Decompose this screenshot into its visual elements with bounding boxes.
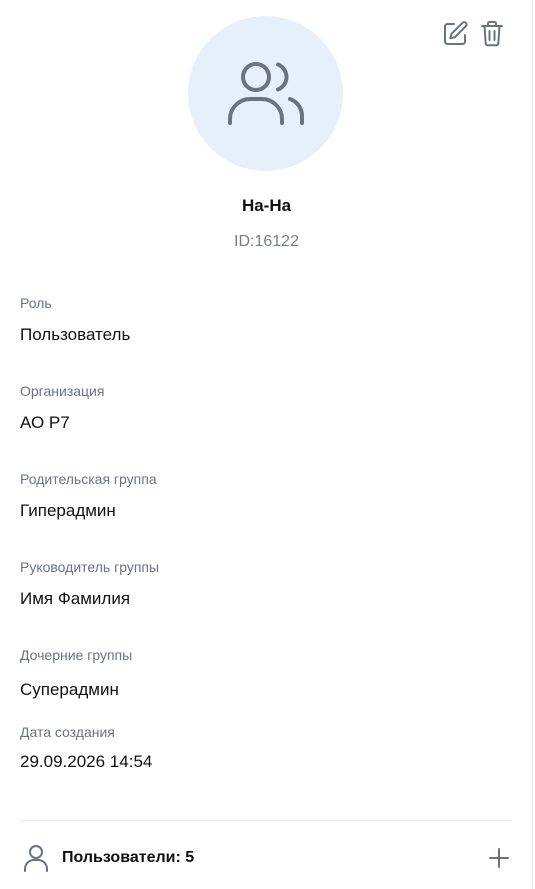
edit-button[interactable] — [441, 19, 469, 49]
field-child-groups-value: Суперадмин — [20, 680, 119, 699]
group-name: На-На — [241, 196, 292, 215]
plus-icon — [489, 848, 509, 868]
users-count-label: Пользователи: 5 — [62, 849, 195, 866]
field-role-label: Роль — [20, 295, 52, 311]
field-parent-group-value: Гиперадмин — [20, 501, 116, 520]
field-parent-group-label: Родительская группа — [20, 471, 157, 487]
field-role-value: Пользователь — [20, 325, 131, 344]
trash-icon — [481, 21, 503, 47]
users-group-icon — [227, 61, 304, 125]
group-avatar — [188, 16, 343, 171]
field-created-value: 29.09.2026 14:54 — [20, 752, 153, 771]
field-organization-label: Организация — [20, 383, 105, 399]
field-child-groups: Дочерние группы Суперадмин — [20, 647, 132, 700]
user-icon — [24, 845, 48, 872]
group-id: ID:16122 — [234, 233, 299, 250]
field-created: Дата создания 29.09.2026 14:54 — [20, 724, 152, 772]
add-user-button[interactable] — [486, 845, 512, 871]
field-created-label: Дата создания — [20, 724, 115, 740]
field-group-leader-label: Руководитель группы — [20, 559, 160, 575]
group-details-panel: На-На ID:16122 Роль Пользователь Организ… — [0, 0, 533, 889]
section-divider — [20, 820, 512, 821]
field-child-groups-label: Дочерние группы — [20, 647, 133, 663]
field-group-leader-value: Имя Фамилия — [20, 589, 131, 608]
users-section[interactable]: Пользователи: 5 — [20, 840, 512, 876]
header-actions — [441, 19, 506, 49]
field-role: Роль Пользователь — [20, 295, 130, 345]
delete-button[interactable] — [478, 19, 506, 49]
field-organization-value: АО Р7 — [20, 413, 70, 432]
field-group-leader: Руководитель группы Имя Фамилия — [20, 559, 159, 609]
field-organization: Организация АО Р7 — [20, 383, 104, 433]
field-parent-group: Родительская группа Гиперадмин — [20, 471, 157, 521]
edit-icon — [444, 21, 468, 45]
